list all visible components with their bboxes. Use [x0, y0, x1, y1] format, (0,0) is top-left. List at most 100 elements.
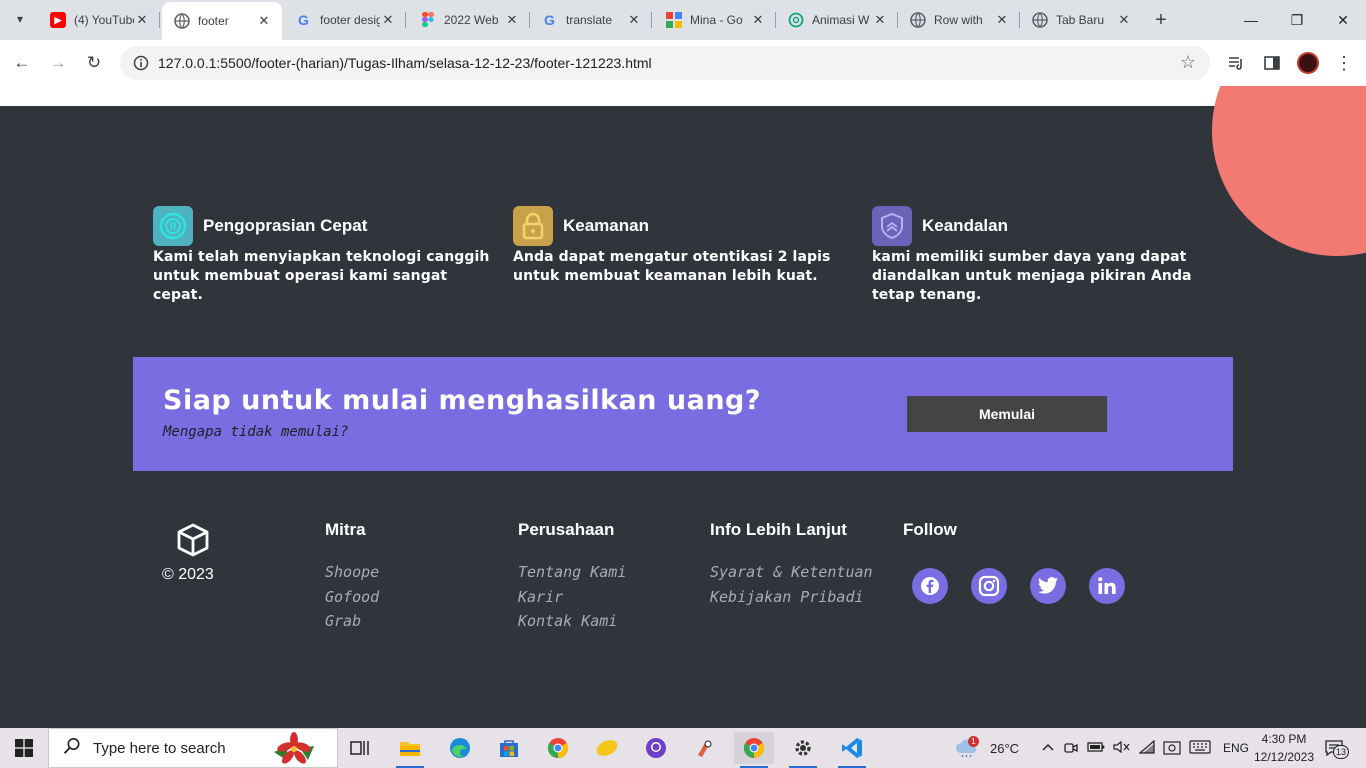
start-button[interactable]: Memulai — [907, 396, 1107, 432]
globe-icon — [910, 12, 926, 28]
meet-now-icon[interactable] — [1063, 739, 1079, 758]
windows-start-button[interactable] — [0, 728, 48, 768]
header-strip — [0, 86, 1366, 106]
feature-title: Keamanan — [563, 216, 649, 235]
vscode-icon[interactable] — [832, 732, 872, 768]
volume-muted-icon[interactable] — [1113, 740, 1131, 757]
footer-link[interactable]: Grab — [325, 609, 379, 634]
footer-column-perusahaan: Perusahaan Tentang Kami Karir Kontak Kam… — [518, 520, 626, 634]
twitter-icon[interactable] — [1030, 568, 1066, 604]
search-placeholder: Type here to search — [93, 739, 226, 757]
feature-fast-operation: Pengoprasian Cepat Kami telah menyiapkan… — [153, 206, 493, 305]
close-icon[interactable]: ✕ — [626, 12, 642, 28]
shield-icon — [872, 206, 912, 246]
back-button[interactable]: ← — [7, 48, 37, 78]
tab-mina[interactable]: Mina - Go ✕ — [654, 0, 776, 40]
footer-link[interactable]: Kontak Kami — [518, 609, 626, 634]
side-panel-icon[interactable] — [1261, 52, 1283, 74]
feature-description: Kami telah menyiapkan teknologi canggih … — [153, 249, 490, 303]
tab-animasi[interactable]: Animasi W ✕ — [776, 0, 898, 40]
url-text: 127.0.0.1:5500/footer-(harian)/Tugas-Ilh… — [158, 55, 652, 71]
profile-avatar[interactable] — [1297, 52, 1319, 74]
tab-translate[interactable]: G translate ✕ — [530, 0, 652, 40]
facebook-icon[interactable] — [912, 568, 948, 604]
weather-badge: 1 — [968, 736, 979, 747]
footer-column-follow: Follow — [903, 520, 957, 540]
tab-row-with[interactable]: Row with ✕ — [898, 0, 1020, 40]
footer-column-heading: Perusahaan — [518, 520, 615, 539]
task-view-icon[interactable] — [340, 732, 380, 764]
footer-column-info: Info Lebih Lanjut Syarat & Ketentuan Keb… — [710, 520, 873, 609]
feature-description: kami memiliki sumber daya yang dapat dia… — [872, 249, 1192, 303]
instagram-icon[interactable] — [971, 568, 1007, 604]
file-explorer-icon[interactable] — [390, 732, 430, 768]
footer-link[interactable]: Gofood — [325, 585, 379, 610]
restore-button[interactable]: ❐ — [1274, 0, 1320, 40]
cube-logo-icon — [177, 523, 209, 557]
decorative-circle — [1212, 86, 1366, 256]
footer-link[interactable]: Shoope — [325, 560, 379, 585]
wifi-icon[interactable] — [1138, 739, 1155, 757]
footer-link[interactable]: Karir — [518, 585, 626, 610]
tab-title: footer — [198, 14, 229, 28]
media-control-icon[interactable] — [1225, 52, 1247, 74]
close-icon[interactable]: ✕ — [994, 12, 1010, 28]
tab-search-button[interactable]: ▾ — [8, 7, 32, 31]
chrome-icon[interactable] — [538, 732, 578, 764]
cta-banner: Siap untuk mulai menghasilkan uang? Meng… — [133, 357, 1233, 471]
browser-menu-icon[interactable]: ⋮ — [1333, 52, 1355, 74]
tab-new[interactable]: Tab Baru ✕ — [1020, 0, 1142, 40]
tab-footer[interactable]: footer ✕ — [162, 2, 282, 40]
forward-button[interactable]: → — [43, 48, 73, 78]
github-desktop-icon[interactable] — [636, 732, 676, 764]
tab-title: 2022 Web — [444, 13, 499, 27]
chevron-up-icon[interactable] — [1041, 741, 1055, 755]
close-icon[interactable]: ✕ — [380, 12, 396, 28]
close-icon[interactable]: ✕ — [504, 12, 520, 28]
footer-link[interactable]: Syarat & Ketentuan — [710, 560, 873, 585]
close-icon[interactable]: ✕ — [872, 12, 888, 28]
close-icon[interactable]: ✕ — [256, 13, 272, 29]
photos-icon[interactable] — [1163, 739, 1181, 758]
address-bar[interactable]: 127.0.0.1:5500/footer-(harian)/Tugas-Ilh… — [120, 46, 1210, 80]
globe-icon — [1032, 12, 1048, 28]
tab-youtube[interactable]: ▶ (4) YouTube ✕ — [38, 0, 160, 40]
new-tab-button[interactable]: + — [1148, 7, 1174, 33]
footer-column-heading: Mitra — [325, 520, 366, 539]
windows-logo-icon — [15, 739, 33, 757]
close-icon[interactable]: ✕ — [134, 12, 150, 28]
window-close-button[interactable]: ✕ — [1320, 0, 1366, 40]
minimize-button[interactable]: — — [1228, 0, 1274, 40]
notification-center[interactable]: 13 — [1324, 728, 1349, 768]
close-icon[interactable]: ✕ — [750, 12, 766, 28]
edge-browser-icon[interactable] — [440, 732, 480, 764]
paint-app-icon[interactable] — [685, 732, 725, 764]
chrome-active-icon[interactable] — [734, 732, 774, 768]
tab-google-footer[interactable]: G footer design ✕ — [284, 0, 406, 40]
search-icon — [63, 737, 81, 760]
keyboard-icon[interactable] — [1189, 739, 1211, 757]
footer-link[interactable]: Tentang Kami — [518, 560, 626, 585]
feature-title: Pengoprasian Cepat — [203, 216, 368, 235]
reload-button[interactable]: ↻ — [79, 48, 109, 78]
browser-tab-bar: ▾ ▶ (4) YouTube ✕ footer ✕ G footer desi… — [0, 0, 1366, 40]
sticky-app-icon[interactable] — [587, 732, 627, 764]
microsoft-store-icon[interactable] — [489, 732, 529, 764]
copyright-text: © 2023 — [162, 566, 214, 583]
site-info-icon[interactable] — [124, 55, 158, 71]
battery-icon[interactable] — [1087, 741, 1105, 756]
taskbar-clock[interactable]: 4:30 PM 12/12/2023 — [1246, 730, 1322, 766]
clock-date: 12/12/2023 — [1253, 750, 1315, 764]
settings-icon[interactable] — [783, 732, 823, 768]
tab-title: footer design — [320, 13, 380, 27]
footer-link[interactable]: Kebijakan Pribadi — [710, 585, 873, 610]
tab-figma[interactable]: 2022 Web ✕ — [408, 0, 530, 40]
tab-title: Animasi W — [812, 13, 870, 27]
speed-icon — [153, 206, 193, 246]
close-icon[interactable]: ✕ — [1116, 12, 1132, 28]
bookmark-star-icon[interactable]: ☆ — [1180, 52, 1196, 73]
tab-title: Mina - Go — [690, 13, 743, 27]
weather-widget[interactable]: 1 26°C — [954, 728, 1019, 768]
linkedin-icon[interactable] — [1089, 568, 1125, 604]
social-links — [912, 568, 1148, 604]
